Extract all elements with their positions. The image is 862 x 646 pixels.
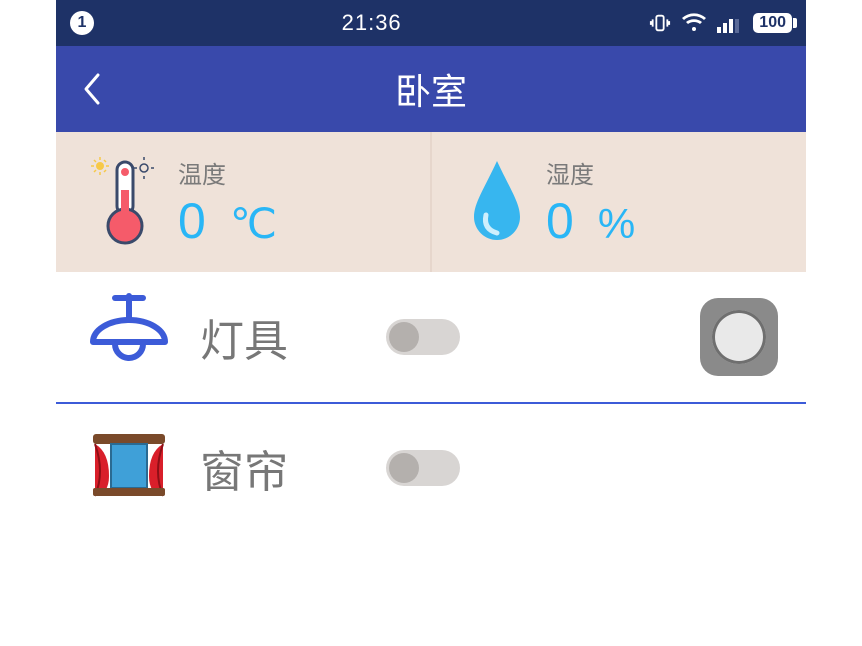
temperature-value: 0 bbox=[178, 192, 206, 250]
device-label: 灯具 bbox=[200, 305, 320, 369]
water-drop-icon bbox=[466, 155, 528, 250]
page-title: 卧室 bbox=[80, 63, 782, 115]
temperature-label: 温度 bbox=[178, 155, 277, 190]
page-header: 卧室 bbox=[56, 46, 806, 132]
device-label: 窗帘 bbox=[200, 436, 320, 500]
status-bar: 1 21:36 bbox=[56, 0, 806, 46]
thermometer-icon bbox=[90, 152, 160, 253]
notification-count-badge: 1 bbox=[70, 11, 94, 35]
lamp-icon bbox=[84, 292, 174, 382]
signal-icon bbox=[717, 13, 743, 33]
humidity-card: 湿度 0 % bbox=[430, 132, 806, 272]
vibrate-icon bbox=[649, 12, 671, 34]
device-row-curtain[interactable]: 窗帘 bbox=[56, 402, 806, 532]
humidity-unit: % bbox=[598, 200, 635, 248]
humidity-value: 0 bbox=[546, 192, 574, 250]
temperature-unit: ℃ bbox=[230, 199, 277, 248]
temperature-card: 温度 0 ℃ bbox=[56, 132, 430, 272]
device-row-light[interactable]: 灯具 bbox=[56, 272, 806, 402]
humidity-label: 湿度 bbox=[546, 155, 635, 190]
battery-indicator: 100 bbox=[753, 13, 792, 33]
assistive-touch-button[interactable] bbox=[700, 298, 778, 376]
wifi-icon bbox=[681, 13, 707, 33]
status-time: 21:36 bbox=[94, 10, 649, 36]
device-toggle-light[interactable] bbox=[386, 319, 460, 355]
sensor-panel: 温度 0 ℃ 湿度 0 % bbox=[56, 132, 806, 272]
device-toggle-curtain[interactable] bbox=[386, 450, 460, 486]
curtain-icon bbox=[84, 426, 174, 510]
